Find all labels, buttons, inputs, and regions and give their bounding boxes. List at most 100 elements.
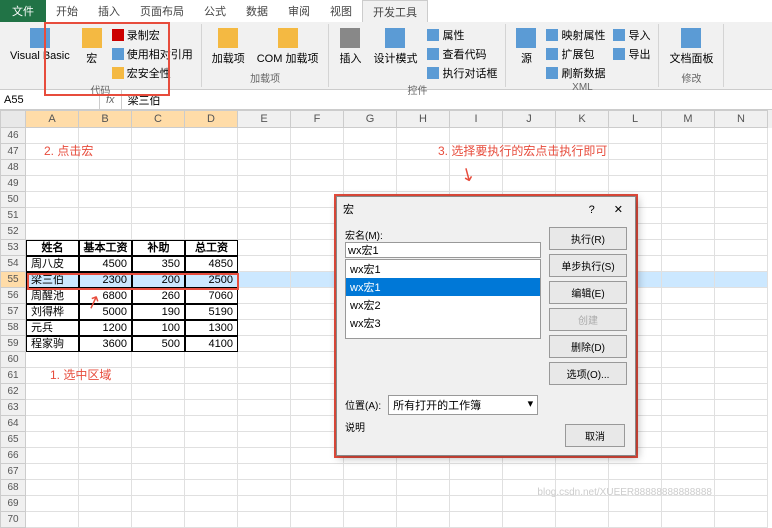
cell[interactable] — [715, 128, 768, 144]
tab-insert[interactable]: 插入 — [88, 0, 130, 22]
file-tab[interactable]: 文件 — [0, 0, 46, 22]
delete-button[interactable]: 删除(D) — [549, 335, 627, 358]
cell[interactable] — [26, 224, 79, 240]
cell[interactable] — [344, 480, 397, 496]
row-header[interactable]: 68 — [0, 480, 26, 496]
cell[interactable] — [662, 192, 715, 208]
cell[interactable]: 2300 — [79, 272, 132, 288]
cell[interactable] — [662, 512, 715, 528]
cell[interactable] — [238, 384, 291, 400]
col-header[interactable]: I — [450, 110, 503, 128]
list-item[interactable]: wx宏1 — [346, 260, 540, 278]
cell[interactable] — [238, 128, 291, 144]
cell[interactable] — [79, 160, 132, 176]
cell[interactable] — [715, 432, 768, 448]
cell[interactable] — [79, 512, 132, 528]
cell[interactable] — [344, 144, 397, 160]
cell[interactable]: 100 — [132, 320, 185, 336]
list-item[interactable]: wx宏1 — [346, 278, 540, 296]
formula-input[interactable]: 梁三伯 — [122, 92, 772, 108]
source-button[interactable]: 源 — [512, 26, 540, 68]
cell[interactable] — [185, 208, 238, 224]
macro-list[interactable]: wx宏1wx宏1wx宏2wx宏3 — [345, 259, 541, 339]
cell[interactable] — [609, 464, 662, 480]
row-header[interactable]: 70 — [0, 512, 26, 528]
cell[interactable] — [715, 480, 768, 496]
cell[interactable] — [715, 192, 768, 208]
cell[interactable] — [238, 288, 291, 304]
cell[interactable] — [662, 416, 715, 432]
map-props-button[interactable]: 映射属性 — [544, 26, 607, 44]
row-header[interactable]: 47 — [0, 144, 26, 160]
cell[interactable] — [238, 512, 291, 528]
cell[interactable] — [238, 304, 291, 320]
import-button[interactable]: 导入 — [611, 26, 652, 44]
cell[interactable] — [132, 144, 185, 160]
cell[interactable] — [715, 240, 768, 256]
cell[interactable] — [238, 192, 291, 208]
cell[interactable] — [662, 400, 715, 416]
fx-label[interactable]: fx — [100, 90, 122, 109]
cell[interactable] — [715, 400, 768, 416]
cell[interactable] — [79, 432, 132, 448]
list-item[interactable]: wx宏2 — [346, 296, 540, 314]
cell[interactable] — [662, 384, 715, 400]
cell[interactable] — [185, 432, 238, 448]
cell[interactable]: 周八皮 — [26, 256, 79, 272]
cell[interactable] — [715, 320, 768, 336]
cell[interactable] — [132, 480, 185, 496]
col-header[interactable]: J — [503, 110, 556, 128]
cell[interactable] — [26, 512, 79, 528]
cell[interactable] — [79, 480, 132, 496]
cell[interactable] — [185, 368, 238, 384]
macro-security-button[interactable]: 宏安全性 — [110, 64, 195, 82]
row-header[interactable]: 57 — [0, 304, 26, 320]
list-item[interactable]: wx宏3 — [346, 314, 540, 332]
cell[interactable] — [185, 128, 238, 144]
row-header[interactable]: 49 — [0, 176, 26, 192]
cell[interactable] — [132, 128, 185, 144]
cell[interactable] — [238, 208, 291, 224]
cell[interactable]: 总工资 — [185, 240, 238, 256]
cell[interactable] — [662, 288, 715, 304]
cell[interactable] — [662, 432, 715, 448]
row-header[interactable]: 66 — [0, 448, 26, 464]
cell[interactable] — [503, 176, 556, 192]
tab-formula[interactable]: 公式 — [194, 0, 236, 22]
cell[interactable] — [132, 208, 185, 224]
options-button[interactable]: 选项(O)... — [549, 362, 627, 385]
cell[interactable] — [26, 384, 79, 400]
col-header[interactable]: M — [662, 110, 715, 128]
cell[interactable] — [715, 176, 768, 192]
cell[interactable] — [26, 432, 79, 448]
cell[interactable] — [397, 496, 450, 512]
tab-home[interactable]: 开始 — [46, 0, 88, 22]
cell[interactable] — [26, 464, 79, 480]
cell[interactable] — [185, 448, 238, 464]
row-header[interactable]: 60 — [0, 352, 26, 368]
cell[interactable] — [238, 256, 291, 272]
cell[interactable] — [185, 144, 238, 160]
macro-name-input[interactable] — [345, 242, 541, 258]
cell[interactable] — [556, 464, 609, 480]
cell[interactable] — [556, 160, 609, 176]
cell[interactable] — [503, 464, 556, 480]
cell[interactable] — [132, 512, 185, 528]
cell[interactable]: 5190 — [185, 304, 238, 320]
cell[interactable] — [662, 368, 715, 384]
cell[interactable] — [291, 128, 344, 144]
cell[interactable] — [662, 208, 715, 224]
cell[interactable] — [185, 480, 238, 496]
cell[interactable] — [26, 496, 79, 512]
cell[interactable] — [26, 192, 79, 208]
cell[interactable] — [185, 192, 238, 208]
cell[interactable] — [132, 352, 185, 368]
cell[interactable] — [238, 160, 291, 176]
cell[interactable] — [344, 496, 397, 512]
edit-button[interactable]: 编辑(E) — [549, 281, 627, 304]
cell[interactable] — [344, 128, 397, 144]
row-header[interactable]: 64 — [0, 416, 26, 432]
cell[interactable] — [238, 176, 291, 192]
cell[interactable] — [238, 448, 291, 464]
cell[interactable] — [185, 176, 238, 192]
